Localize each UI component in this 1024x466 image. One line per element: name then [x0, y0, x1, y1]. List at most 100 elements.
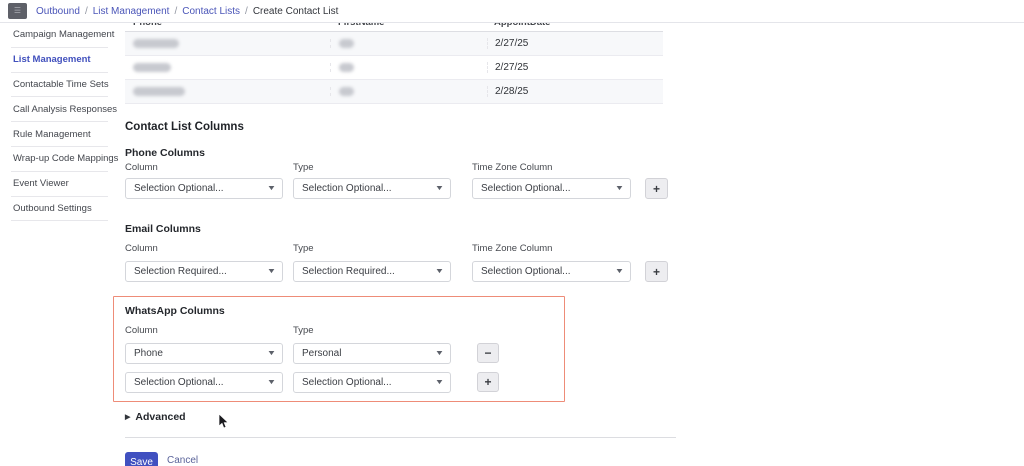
email-timezone-label: Time Zone Column	[472, 243, 552, 254]
save-button[interactable]: Save	[125, 452, 158, 466]
select-value: Selection Required...	[302, 266, 395, 277]
chevron-down-icon: ▼	[267, 268, 277, 275]
appoint-date-value: 2/27/25	[487, 38, 663, 49]
sidebar-item-call-analysis-responses[interactable]: Call Analysis Responses	[11, 97, 108, 122]
select-value: Personal	[302, 348, 341, 359]
sidebar-item-label: Campaign Management	[11, 29, 114, 40]
breadcrumb: Outbound / List Management / Contact Lis…	[36, 6, 338, 17]
sidebar-nav: Campaign Management List Management Cont…	[0, 23, 113, 221]
contact-preview-table: Phone FirstName AppointDate 2/27/25 2/27…	[125, 23, 663, 104]
minus-icon: −	[484, 347, 491, 359]
sidebar-item-label: Outbound Settings	[11, 203, 92, 214]
sidebar-item-label: Rule Management	[11, 129, 91, 140]
plus-icon: +	[484, 376, 491, 388]
sidebar-item-campaign-management[interactable]: Campaign Management	[11, 23, 108, 48]
table-row[interactable]: 2/27/25	[125, 56, 663, 80]
select-value: Selection Required...	[134, 266, 227, 277]
email-type-select[interactable]: Selection Required... ▼	[293, 261, 451, 282]
phone-columns-heading: Phone Columns	[125, 147, 205, 159]
top-bar: ☰ Outbound / List Management / Contact L…	[0, 0, 1024, 23]
chevron-down-icon: ▼	[435, 185, 445, 192]
advanced-expander[interactable]: ▶ Advanced	[125, 411, 186, 423]
chevron-down-icon: ▼	[267, 350, 277, 357]
breadcrumb-list-management[interactable]: List Management	[93, 6, 170, 17]
redacted-phone-value	[125, 39, 330, 48]
select-value: Selection Optional...	[134, 377, 224, 388]
phone-type-select[interactable]: Selection Optional... ▼	[293, 178, 451, 199]
sidebar-item-list-management[interactable]: List Management	[11, 48, 108, 73]
appoint-date-value: 2/28/25	[487, 86, 663, 97]
chevron-down-icon: ▼	[267, 379, 277, 386]
phone-timezone-label: Time Zone Column	[472, 162, 552, 173]
whatsapp-column-label: Column	[125, 325, 158, 336]
sidebar-item-label: Call Analysis Responses	[11, 104, 117, 115]
create-contact-list-page: ☰ Outbound / List Management / Contact L…	[0, 0, 1024, 466]
column-header-appointdate: AppointDate	[487, 23, 663, 31]
sidebar-item-rule-management[interactable]: Rule Management	[11, 122, 108, 147]
app-menu-button[interactable]: ☰	[8, 3, 27, 19]
phone-type-label: Type	[293, 162, 314, 173]
chevron-down-icon: ▼	[615, 185, 625, 192]
redacted-firstname-value	[330, 63, 487, 72]
redacted-firstname-value	[330, 87, 487, 96]
select-value: Selection Optional...	[481, 266, 571, 277]
breadcrumb-current-page: Create Contact List	[253, 6, 339, 17]
plus-icon: +	[653, 183, 660, 195]
cancel-link[interactable]: Cancel	[167, 455, 198, 466]
menu-icon: ☰	[14, 7, 21, 15]
sidebar-item-outbound-settings[interactable]: Outbound Settings	[11, 197, 108, 222]
redacted-phone-value	[125, 87, 330, 96]
phone-timezone-select[interactable]: Selection Optional... ▼	[472, 178, 631, 199]
phone-column-select[interactable]: Selection Optional... ▼	[125, 178, 283, 199]
redacted-phone-value	[125, 63, 330, 72]
add-phone-column-button[interactable]: +	[645, 178, 668, 199]
phone-column-label: Column	[125, 162, 158, 173]
select-value: Selection Optional...	[302, 377, 392, 388]
sidebar-item-label: Contactable Time Sets	[11, 79, 109, 90]
email-columns-heading: Email Columns	[125, 223, 201, 235]
sidebar-item-label: Event Viewer	[11, 178, 69, 189]
breadcrumb-separator: /	[174, 6, 177, 17]
select-value: Selection Optional...	[481, 183, 571, 194]
sidebar-item-event-viewer[interactable]: Event Viewer	[11, 172, 108, 197]
whatsapp-type-label: Type	[293, 325, 314, 336]
advanced-label: Advanced	[135, 411, 185, 423]
chevron-down-icon: ▼	[267, 185, 277, 192]
plus-icon: +	[653, 266, 660, 278]
sidebar-item-wrapup-code-mappings[interactable]: Wrap-up Code Mappings	[11, 147, 108, 172]
remove-whatsapp-column-button[interactable]: −	[477, 343, 499, 363]
sidebar-item-label: List Management	[11, 54, 91, 65]
mouse-cursor-icon	[218, 414, 229, 435]
add-email-column-button[interactable]: +	[645, 261, 668, 282]
contact-list-columns-title: Contact List Columns	[125, 121, 244, 133]
chevron-down-icon: ▼	[435, 350, 445, 357]
caret-right-icon: ▶	[125, 413, 130, 421]
whatsapp-column-select-1[interactable]: Phone ▼	[125, 343, 283, 364]
sidebar-item-label: Wrap-up Code Mappings	[11, 153, 118, 164]
whatsapp-type-select-2[interactable]: Selection Optional...▼	[293, 372, 451, 393]
chevron-down-icon: ▼	[435, 268, 445, 275]
table-header-row: Phone FirstName AppointDate	[125, 23, 663, 32]
breadcrumb-outbound[interactable]: Outbound	[36, 6, 80, 17]
table-row[interactable]: 2/27/25	[125, 32, 663, 56]
email-type-label: Type	[293, 243, 314, 254]
select-value: Phone	[134, 348, 163, 359]
add-whatsapp-column-button[interactable]: +	[477, 372, 499, 392]
breadcrumb-separator: /	[245, 6, 248, 17]
email-column-label: Column	[125, 243, 158, 254]
redacted-firstname-value	[330, 39, 487, 48]
email-timezone-select[interactable]: Selection Optional...▼	[472, 261, 631, 282]
sidebar-item-contactable-time-sets[interactable]: Contactable Time Sets	[11, 73, 108, 98]
whatsapp-column-select-2[interactable]: Selection Optional... ▼	[125, 372, 283, 393]
column-header-firstname: FirstName	[330, 23, 487, 31]
select-value: Selection Optional...	[302, 183, 392, 194]
breadcrumb-separator: /	[85, 6, 88, 17]
table-row[interactable]: 2/28/25	[125, 80, 663, 104]
column-header-phone: Phone	[125, 23, 330, 31]
select-value: Selection Optional...	[134, 183, 224, 194]
email-column-select[interactable]: Selection Required... ▼	[125, 261, 283, 282]
whatsapp-type-select-1[interactable]: Personal ▼	[293, 343, 451, 364]
whatsapp-columns-heading: WhatsApp Columns	[125, 305, 225, 317]
breadcrumb-contact-lists[interactable]: Contact Lists	[182, 6, 240, 17]
appoint-date-value: 2/27/25	[487, 62, 663, 73]
